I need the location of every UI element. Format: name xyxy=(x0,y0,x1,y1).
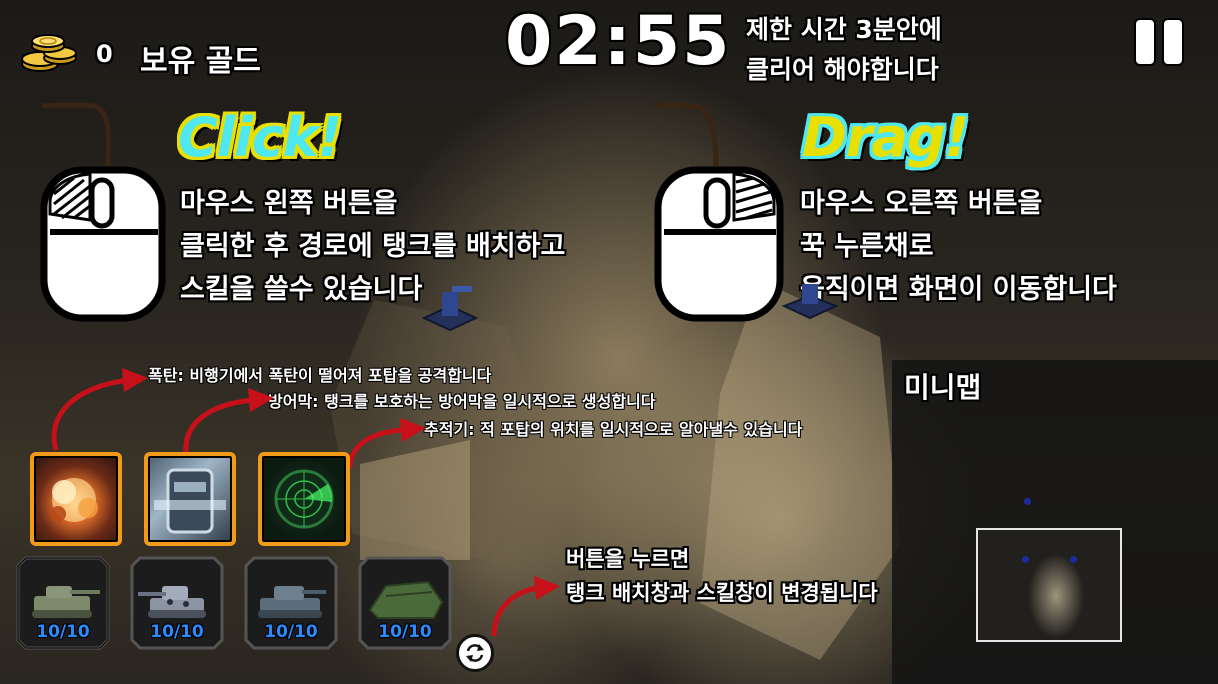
drag-instructions: 마우스 오른쪽 버튼을 꾹 누른채로 움직이면 화면이 이동합니다 xyxy=(800,182,1117,311)
gold-coins-icon xyxy=(18,28,82,76)
pause-icon xyxy=(1136,20,1154,64)
click-instr-line1: 마우스 왼쪽 버튼을 xyxy=(180,188,398,219)
click-instr-line2: 클릭한 후 경로에 탱크를 배치하고 xyxy=(180,231,566,262)
swap-description: 버튼을 누르면 탱크 배치창과 스킬창이 변경됩니다 xyxy=(566,542,878,610)
tank-count: 10/10 xyxy=(36,622,90,642)
arrow-to-bomb-skill-icon xyxy=(51,368,148,451)
minimap-title: 미니맵 xyxy=(904,371,982,404)
drag-instr-line3: 움직이면 화면이 이동합니다 xyxy=(800,274,1117,305)
click-instructions: 마우스 왼쪽 버튼을 클릭한 후 경로에 탱크를 배치하고 스킬을 쓸수 있습니… xyxy=(180,182,565,311)
enemy-turret-icon xyxy=(418,282,482,336)
swap-icon xyxy=(466,644,484,662)
arrow-to-tracker-skill-icon xyxy=(347,418,426,469)
tank-slot-2[interactable]: 10/10 xyxy=(130,556,224,650)
click-instr-line3: 스킬을 쓸수 있습니다 xyxy=(180,274,423,305)
swap-desc-line2: 탱크 배치창과 스킬창이 변경됩니다 xyxy=(566,581,878,605)
click-heading: Click! xyxy=(178,106,342,169)
arrow-to-shield-skill-icon xyxy=(183,388,274,453)
tank-slot-1[interactable]: 10/10 xyxy=(16,556,110,650)
enemy-turret-icon xyxy=(780,276,840,324)
tracker-skill-description: 추적기: 적 포탑의 위치를 일시적으로 알아낼수 있습니다 xyxy=(424,420,803,439)
minimap-turret-marker xyxy=(1024,498,1031,505)
minimap-turret-marker xyxy=(1022,556,1029,563)
tank-slot-3[interactable]: 10/10 xyxy=(244,556,338,650)
time-limit-line1: 제한 시간 3분안에 xyxy=(746,15,942,44)
tank-count: 10/10 xyxy=(150,622,204,642)
pause-icon-bar xyxy=(1164,20,1182,64)
gold-count: 0 xyxy=(96,40,113,68)
drag-heading: Drag! xyxy=(802,106,969,169)
tank-count: 10/10 xyxy=(264,622,318,642)
shield-skill-description: 방어막: 탱크를 보호하는 방어막을 일시적으로 생성합니다 xyxy=(268,392,656,411)
tank-count: 10/10 xyxy=(378,622,432,642)
countdown-timer: 02:55 xyxy=(505,2,732,81)
bomb-skill-button[interactable] xyxy=(30,452,122,546)
bomb-skill-description: 폭탄: 비행기에서 폭탄이 떨어져 포탑을 공격합니다 xyxy=(148,366,492,385)
arrow-to-swap-button-icon xyxy=(491,576,560,637)
tracker-skill-button[interactable] xyxy=(258,452,350,546)
swap-panel-button[interactable] xyxy=(456,634,494,672)
shield-skill-button[interactable] xyxy=(144,452,236,546)
time-limit-line2: 클리어 해야합니다 xyxy=(746,55,939,84)
drag-instr-line2: 꾹 누른채로 xyxy=(800,231,934,262)
mouse-right-drag-icon xyxy=(650,98,790,324)
tank-slot-4[interactable]: 10/10 xyxy=(358,556,452,650)
shield-icon xyxy=(154,468,226,534)
minimap-turret-marker xyxy=(1070,556,1077,563)
swap-desc-line1: 버튼을 누르면 xyxy=(566,547,690,571)
pause-button[interactable] xyxy=(1134,20,1184,66)
drag-instr-line1: 마우스 오른쪽 버튼을 xyxy=(800,188,1043,219)
gold-label: 보유 골드 xyxy=(140,44,261,79)
time-limit-notice: 제한 시간 3분안에 클리어 해야합니다 xyxy=(746,10,942,90)
radar-icon xyxy=(274,469,334,529)
bomb-icon xyxy=(50,478,98,522)
mouse-left-click-icon xyxy=(36,98,166,324)
minimap-viewport[interactable] xyxy=(976,528,1122,642)
